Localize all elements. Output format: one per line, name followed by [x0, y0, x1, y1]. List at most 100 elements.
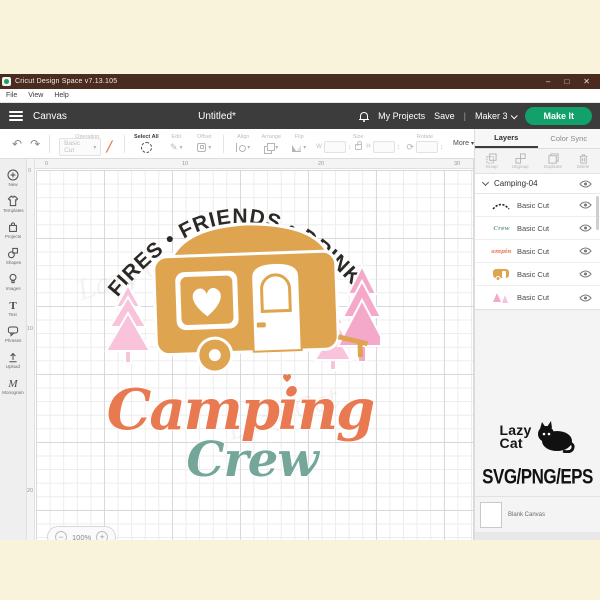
rotate-stepper[interactable]: ↕ [440, 144, 444, 151]
layer-row-crew[interactable]: Crew Basic Cut [475, 217, 600, 240]
sidebar-item-templates[interactable]: Templates [0, 195, 27, 214]
select-all-group: Select All [134, 134, 158, 154]
menu-file[interactable]: File [6, 92, 17, 99]
svg-text:T: T [9, 300, 17, 311]
chevron-down-icon: ▾ [303, 144, 306, 151]
tshirt-icon [7, 195, 19, 207]
brand-block: Lazy Cat SVG/PNG/EPS [475, 421, 600, 487]
visibility-eye-icon[interactable] [579, 270, 592, 278]
group-icon [486, 153, 497, 164]
layer-group-header[interactable]: Camping-04 [475, 174, 600, 194]
delete-button[interactable]: Delete [576, 153, 590, 170]
save-link[interactable]: Save [434, 111, 455, 121]
panel-scrollbar[interactable] [596, 196, 599, 230]
flip-group: Flip ▾ [289, 134, 309, 154]
sidebar-item-images[interactable]: Images [0, 273, 27, 292]
sidebar-item-upload[interactable]: Upload [0, 351, 27, 370]
visibility-eye-icon[interactable] [579, 294, 592, 302]
arrange-icon [264, 143, 273, 152]
zoom-out-button[interactable]: − [55, 531, 67, 540]
chevron-down-icon[interactable] [482, 179, 489, 186]
chevron-down-icon: ▾ [247, 144, 250, 151]
maximize-button[interactable]: □ [564, 77, 569, 86]
edit-toolbar: ↶ ↷ Operation Basic Cut ▾ ╱ Select All [0, 129, 474, 159]
pen-tool-icon[interactable]: ╱ [106, 142, 112, 153]
sidebar-item-text[interactable]: T Text [0, 299, 27, 318]
select-all-icon[interactable] [141, 142, 152, 153]
window-controls: – □ ✕ [546, 77, 600, 86]
height-label: H [366, 144, 370, 150]
visibility-eye-icon[interactable] [579, 224, 592, 232]
undo-icon[interactable]: ↶ [12, 137, 22, 151]
visibility-eye-icon[interactable] [579, 247, 592, 255]
lock-icon[interactable] [355, 144, 362, 150]
make-it-button[interactable]: Make It [525, 107, 592, 125]
arrange-dropdown[interactable]: ▾ [264, 141, 278, 154]
sidebar-item-shapes[interactable]: Shapes [0, 247, 27, 266]
machine-selector[interactable]: Maker 3 [475, 111, 517, 121]
visibility-eye-icon[interactable] [579, 180, 592, 188]
minimize-button[interactable]: – [546, 77, 550, 86]
ungroup-icon [515, 153, 526, 164]
offset-label: Offset [197, 134, 212, 141]
duplicate-button[interactable]: Duplicate [543, 153, 563, 170]
layer-thumb-camper-icon [491, 267, 511, 281]
blank-canvas-row[interactable]: Blank Canvas [475, 496, 600, 532]
menu-view[interactable]: View [28, 92, 43, 99]
redo-icon[interactable]: ↷ [30, 137, 40, 151]
panel-footer [475, 532, 600, 540]
door-arch-window [261, 274, 290, 311]
blank-canvas-swatch[interactable] [480, 502, 502, 528]
flip-dropdown[interactable]: ▾ [292, 141, 306, 154]
visibility-eye-icon[interactable] [579, 201, 592, 209]
lazy-cat-logo: Lazy Cat [475, 421, 600, 453]
camping-crew-design[interactable]: FIRES • FRIENDS • DRINKS [100, 182, 380, 482]
close-button[interactable]: ✕ [583, 77, 590, 86]
operation-dropdown[interactable]: Basic Cut ▾ [59, 138, 101, 156]
plus-circle-icon [7, 169, 19, 181]
monogram-icon: M [7, 377, 19, 389]
arrange-group: Arrange ▾ [261, 134, 281, 154]
chevron-down-icon: ▾ [93, 144, 96, 151]
ungroup-button[interactable]: Ungroup [511, 153, 529, 170]
shapes-icon [7, 247, 19, 259]
edit-dropdown[interactable]: ✎ ▾ [170, 141, 183, 154]
width-input[interactable] [324, 141, 346, 153]
design-canvas[interactable]: 0 10 20 0 10 20 30 Lazy Cat Lazy Cat FIR… [27, 159, 474, 540]
window-title: Cricut Design Space v7.13.105 [15, 78, 117, 85]
rotate-label: Rotate [417, 134, 433, 141]
align-dropdown[interactable]: ▾ [236, 141, 250, 154]
sidebar-item-monogram[interactable]: M Monogram [0, 377, 27, 396]
svg-text:M: M [7, 378, 18, 389]
layers-panel: Layers Color Sync Group Ungroup Duplicat… [474, 129, 600, 540]
notifications-bell-icon[interactable] [359, 111, 369, 122]
layer-thumb-arc-text-icon [491, 198, 511, 212]
height-stepper[interactable]: ↕ [397, 144, 401, 151]
layer-list: Camping-04 Basic Cut Crew Basic Cut [475, 174, 600, 310]
layer-row-camping[interactable]: Camping Basic Cut [475, 240, 600, 263]
tab-color-sync[interactable]: Color Sync [538, 129, 600, 148]
width-stepper[interactable]: ↕ [348, 144, 352, 151]
rotate-icon[interactable]: ⟳ [406, 142, 414, 153]
align-group: Align ▾ [233, 134, 253, 154]
menu-help[interactable]: Help [54, 92, 68, 99]
sidebar-item-projects[interactable]: Projects [0, 221, 27, 240]
more-menu[interactable]: More ▾ [453, 140, 474, 147]
group-button[interactable]: Group [485, 153, 498, 170]
pencil-icon: ✎ [170, 142, 178, 153]
lightbulb-icon [7, 273, 19, 285]
size-label: Size [353, 134, 364, 141]
rotate-input[interactable] [416, 141, 438, 153]
height-input[interactable] [373, 141, 395, 153]
sidebar-item-phrases[interactable]: Phrases [0, 325, 27, 344]
layer-thumb-trees-icon [491, 291, 511, 305]
ruler-horizontal: 0 10 20 30 [35, 159, 473, 169]
zoom-in-button[interactable]: + [96, 531, 108, 540]
layer-row-arc-text[interactable]: Basic Cut [475, 194, 600, 217]
layer-row-camper[interactable]: Basic Cut [475, 263, 600, 286]
tab-layers[interactable]: Layers [475, 129, 538, 148]
logo-word-cat: Cat [500, 435, 523, 451]
sidebar-item-new[interactable]: New [0, 169, 27, 188]
offset-dropdown[interactable]: ▾ [197, 141, 211, 154]
layer-row-trees[interactable]: Basic Cut [475, 286, 600, 309]
